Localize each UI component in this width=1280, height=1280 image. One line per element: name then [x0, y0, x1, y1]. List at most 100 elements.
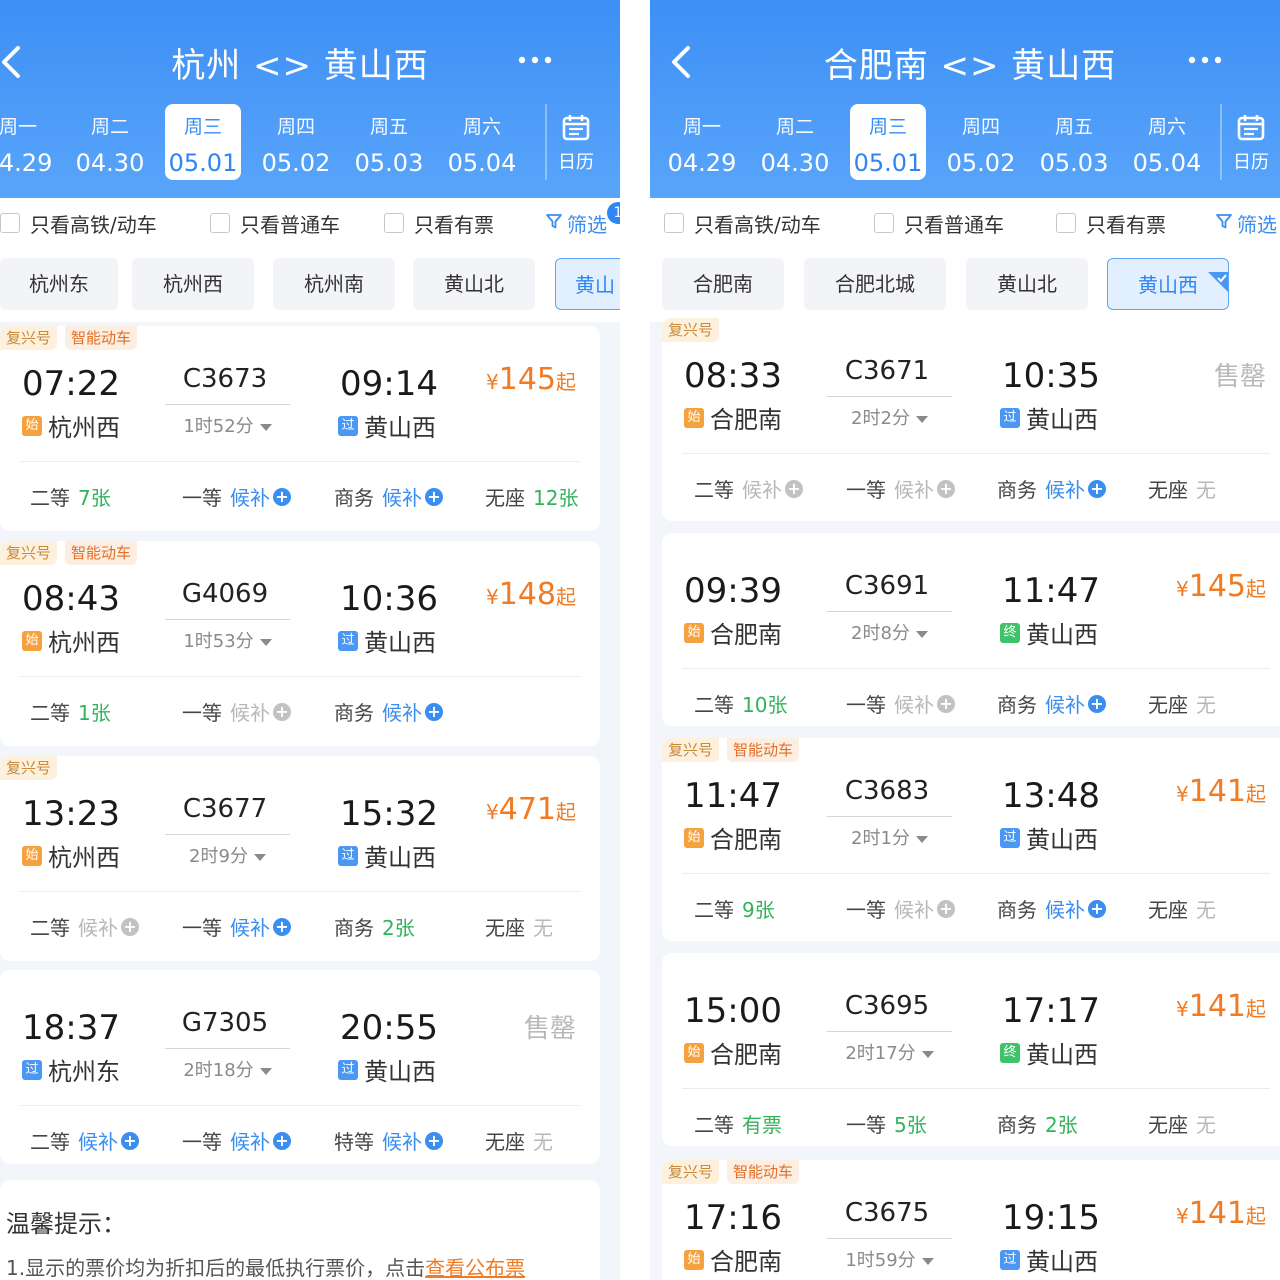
filter-checkbox[interactable]: 只看有票 — [1056, 208, 1166, 238]
plus-circle-icon[interactable]: + — [1088, 479, 1106, 498]
duration[interactable]: 2时1分 — [827, 824, 952, 850]
seat-availability[interactable]: 无座无 — [1148, 1109, 1216, 1138]
station-chip[interactable]: 杭州西 — [132, 258, 254, 310]
plus-circle-icon[interactable]: + — [121, 917, 139, 936]
duration[interactable]: 1时53分 — [165, 627, 290, 653]
station-chip[interactable]: 黄山西 — [1107, 258, 1229, 310]
plus-circle-icon[interactable]: + — [273, 487, 291, 506]
seat-availability[interactable]: 二等 1张 — [30, 697, 111, 726]
date-tab-05.04[interactable]: 周六 05.04 — [444, 104, 520, 180]
duration[interactable]: 1时59分 — [827, 1246, 952, 1272]
plus-circle-icon[interactable]: + — [1088, 694, 1106, 713]
station-chip[interactable]: 杭州南 — [273, 258, 395, 310]
date-tab-05.04[interactable]: 周六 05.04 — [1129, 104, 1205, 180]
station-chip[interactable]: 杭州东 — [0, 258, 118, 310]
calendar-button[interactable]: 日历 — [1220, 104, 1280, 180]
seat-availability[interactable]: 二等 9张 — [694, 894, 775, 923]
station-chip[interactable]: 黄山北 — [413, 258, 535, 310]
station-chip[interactable]: 黄山 — [555, 258, 620, 310]
filter-checkbox[interactable]: 只看普通车 — [874, 208, 1004, 238]
filter-button[interactable]: 筛选 — [1215, 208, 1277, 238]
seat-availability[interactable]: 一等 候补 + — [846, 894, 955, 923]
plus-circle-icon[interactable]: + — [937, 694, 955, 713]
train-card[interactable]: 复兴号 智能动车 17:16 C3675 1时59分 19:15 始合肥南 过黄山西 ¥141起 — [662, 1160, 1280, 1280]
plus-circle-icon[interactable]: + — [273, 702, 291, 721]
filter-checkbox[interactable]: 只看有票 — [384, 208, 494, 238]
plus-circle-icon[interactable]: + — [937, 899, 955, 918]
date-tab-04.30[interactable]: 周二 04.30 — [72, 104, 148, 180]
checkbox-icon[interactable] — [1056, 213, 1076, 233]
filter-button[interactable]: 筛选 1 — [545, 202, 620, 238]
seat-availability[interactable]: 一等 候补 + — [182, 912, 291, 941]
train-card[interactable]: 复兴号 08:33 C3671 2时2分 10:35 始合肥南过黄山西 售罄 二等 候补 + 一等候… — [662, 318, 1280, 521]
checkbox-icon[interactable] — [210, 213, 230, 233]
date-tab-05.02[interactable]: 周四 05.02 — [258, 104, 334, 180]
plus-circle-icon[interactable]: + — [785, 479, 803, 498]
filter-checkbox[interactable]: 只看高铁/动车 — [664, 208, 821, 238]
date-tab-04.29[interactable]: 周一 04.29 — [664, 104, 740, 180]
plus-circle-icon[interactable]: + — [425, 1131, 443, 1150]
seat-availability[interactable]: 商务 候补 + — [334, 482, 443, 511]
seat-availability[interactable]: 无座 12张 — [485, 482, 578, 511]
duration[interactable]: 2时8分 — [827, 619, 952, 645]
seat-availability[interactable]: 无座无 — [485, 912, 553, 941]
train-card[interactable]: 复兴号 智能动车 11:47 C3683 2时1分 13:48 始合肥南 过黄山西 ¥141起二… — [662, 738, 1280, 941]
date-tab-04.30[interactable]: 周二 04.30 — [757, 104, 833, 180]
seat-availability[interactable]: 特等 候补 + — [334, 1126, 443, 1155]
seat-availability[interactable]: 无座无 — [485, 1126, 553, 1155]
train-card[interactable]: 15:00 C3695 2时17分 17:17 始合肥南 终黄山西 ¥141起 二等 有票 一等 5… — [662, 953, 1280, 1146]
checkbox-icon[interactable] — [664, 213, 684, 233]
more-icon[interactable] — [1186, 48, 1224, 72]
station-chip[interactable]: 黄山北 — [966, 258, 1088, 310]
calendar-button[interactable]: 日历 — [545, 104, 605, 180]
seat-availability[interactable]: 商务 2张 — [997, 1109, 1078, 1138]
station-chip[interactable]: 合肥南 — [662, 258, 784, 310]
duration[interactable]: 2时2分 — [827, 404, 952, 430]
seat-availability[interactable]: 一等 5张 — [846, 1109, 927, 1138]
plus-circle-icon[interactable]: + — [1088, 899, 1106, 918]
seat-availability[interactable]: 一等 候补 + — [182, 697, 291, 726]
seat-availability[interactable]: 二等 有票 — [694, 1109, 782, 1138]
date-tab-05.01[interactable]: 周三 05.01 — [165, 104, 241, 180]
seat-availability[interactable]: 无座无 — [1148, 894, 1216, 923]
date-tab-05.01[interactable]: 周三 05.01 — [850, 104, 926, 180]
seat-availability[interactable]: 二等 候补 + — [30, 912, 139, 941]
train-card[interactable]: 复兴号 智能动车 07:22 C3673 1时52分 09:14 始杭州西 过黄山西 ¥145起… — [0, 326, 600, 531]
plus-circle-icon[interactable]: + — [937, 479, 955, 498]
seat-availability[interactable]: 商务 候补 + — [334, 697, 443, 726]
plus-circle-icon[interactable]: + — [273, 1131, 291, 1150]
seat-availability[interactable]: 无座无 — [1148, 474, 1216, 503]
filter-checkbox[interactable]: 只看高铁/动车 — [0, 208, 157, 238]
checkbox-icon[interactable] — [384, 213, 404, 233]
seat-availability[interactable]: 商务 候补 + — [997, 894, 1106, 923]
station-chip[interactable]: 合肥北城 — [804, 258, 946, 310]
seat-availability[interactable]: 商务 候补 + — [997, 689, 1106, 718]
seat-availability[interactable]: 一等 候补 + — [846, 474, 955, 503]
plus-circle-icon[interactable]: + — [425, 487, 443, 506]
plus-circle-icon[interactable]: + — [425, 702, 443, 721]
seat-availability[interactable]: 一等 候补 + — [182, 1126, 291, 1155]
train-card[interactable]: 09:39 C3691 2时8分 11:47 始合肥南终黄山西 ¥145起 二等 10张 一等候… — [662, 533, 1280, 726]
date-tab-05.03[interactable]: 周五 05.03 — [351, 104, 427, 180]
seat-availability[interactable]: 二等 10张 — [694, 689, 787, 718]
seat-availability[interactable]: 二等 7张 — [30, 482, 111, 511]
seat-availability[interactable]: 商务 2张 — [334, 912, 415, 941]
published-fare-link[interactable]: 查看公布票 — [425, 1256, 525, 1280]
date-tab-04.29[interactable]: 周一 04.29 — [0, 104, 56, 180]
more-icon[interactable] — [516, 48, 554, 72]
duration[interactable]: 2时9分 — [165, 842, 290, 868]
seat-availability[interactable]: 一等 候补 + — [846, 689, 955, 718]
duration[interactable]: 2时17分 — [827, 1039, 952, 1065]
date-tab-05.03[interactable]: 周五 05.03 — [1036, 104, 1112, 180]
plus-circle-icon[interactable]: + — [273, 917, 291, 936]
checkbox-icon[interactable] — [0, 213, 20, 233]
seat-availability[interactable]: 一等 候补 + — [182, 482, 291, 511]
train-card[interactable]: 18:37 G7305 2时18分 20:55 过杭州东过黄山西 售罄 二等 候补 + 一等 候补 +… — [0, 970, 600, 1164]
seat-availability[interactable]: 无座无 — [1148, 689, 1216, 718]
filter-checkbox[interactable]: 只看普通车 — [210, 208, 340, 238]
seat-availability[interactable]: 二等 候补 + — [694, 474, 803, 503]
checkbox-icon[interactable] — [874, 213, 894, 233]
seat-availability[interactable]: 二等 候补 + — [30, 1126, 139, 1155]
seat-availability[interactable]: 商务 候补 + — [997, 474, 1106, 503]
duration[interactable]: 1时52分 — [165, 412, 290, 438]
